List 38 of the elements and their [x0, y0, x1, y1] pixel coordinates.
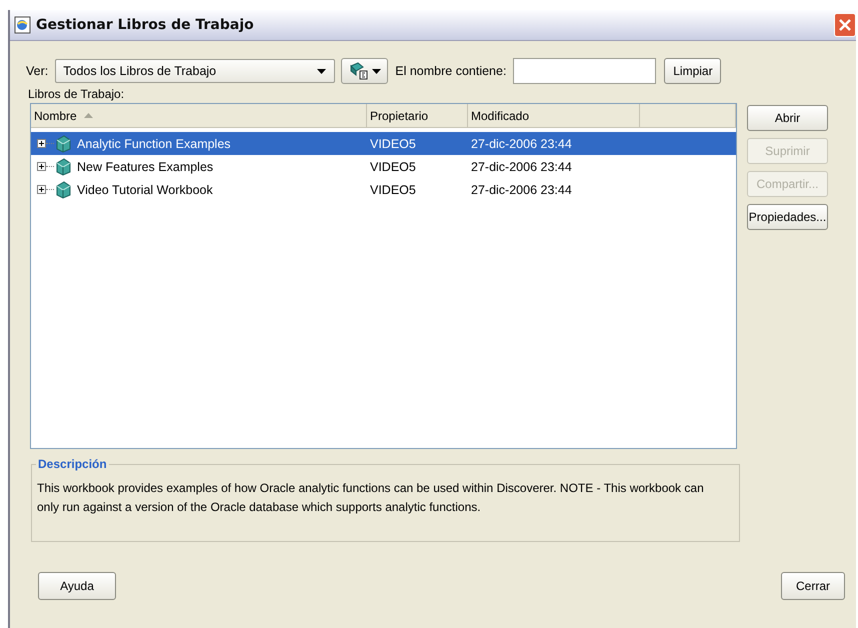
table-row[interactable]: Analytic Function Examples VIDEO5 27-dic-2006 23:44	[31, 132, 736, 155]
table-row[interactable]: New Features Examples VIDEO5 27-dic-2006 23:44	[31, 155, 736, 178]
action-button[interactable]: Abrir	[747, 105, 828, 131]
caret-icon	[317, 68, 326, 74]
expand-icon[interactable]	[37, 162, 46, 171]
workbook-name: Analytic Function Examples	[77, 136, 231, 150]
owner-cell: VIDEO5	[370, 160, 416, 174]
modified-cell: 27-dic-2006 23:44	[471, 182, 572, 196]
description-text: This workbook provides examples of how Oracle analytic functions can be used within Discoverer. NOTE - This workbook can only run against a version of the Oracle database which supports analytic functions.	[37, 480, 705, 516]
close-dialog-button[interactable]: Cerrar	[781, 572, 845, 600]
view-label: Ver:	[26, 64, 48, 78]
window-title: Gestionar Libros de Trabajo	[36, 17, 255, 33]
description-title: Descripción	[36, 457, 109, 471]
table-row[interactable]: Video Tutorial Workbook VIDEO5 27-dic-2006 23:44	[31, 178, 736, 201]
view-dropdown[interactable]: Todos los Libros de Trabajo	[55, 59, 336, 83]
view-options-button[interactable]	[341, 58, 388, 84]
name-filter-field[interactable]	[513, 58, 656, 84]
clear-button[interactable]: Limpiar	[664, 58, 722, 84]
column-header[interactable]: Nombre	[31, 104, 367, 127]
app-icon	[14, 16, 32, 34]
modified-cell: 27-dic-2006 23:44	[471, 136, 572, 150]
expand-icon[interactable]	[37, 185, 46, 194]
column-header[interactable]: Propietario	[367, 104, 468, 127]
modified-cell: 27-dic-2006 23:44	[471, 160, 572, 174]
help-button[interactable]: Ayuda	[38, 572, 116, 600]
owner-cell: VIDEO5	[370, 136, 416, 150]
owner-cell: VIDEO5	[370, 182, 416, 196]
action-button[interactable]: Propiedades...	[747, 204, 828, 230]
workbook-name: Video Tutorial Workbook	[77, 182, 213, 196]
name-filter-label: El nombre contiene:	[395, 64, 506, 78]
caret-icon	[372, 68, 381, 74]
expand-icon[interactable]	[37, 139, 46, 148]
column-header[interactable]: Modificado	[468, 104, 640, 127]
view-dropdown-value: Todos los Libros de Trabajo	[63, 64, 216, 78]
workbook-name: New Features Examples	[77, 160, 214, 174]
list-label: Libros de Trabajo:	[28, 87, 126, 101]
close-icon	[839, 19, 851, 31]
close-button[interactable]	[834, 13, 856, 37]
